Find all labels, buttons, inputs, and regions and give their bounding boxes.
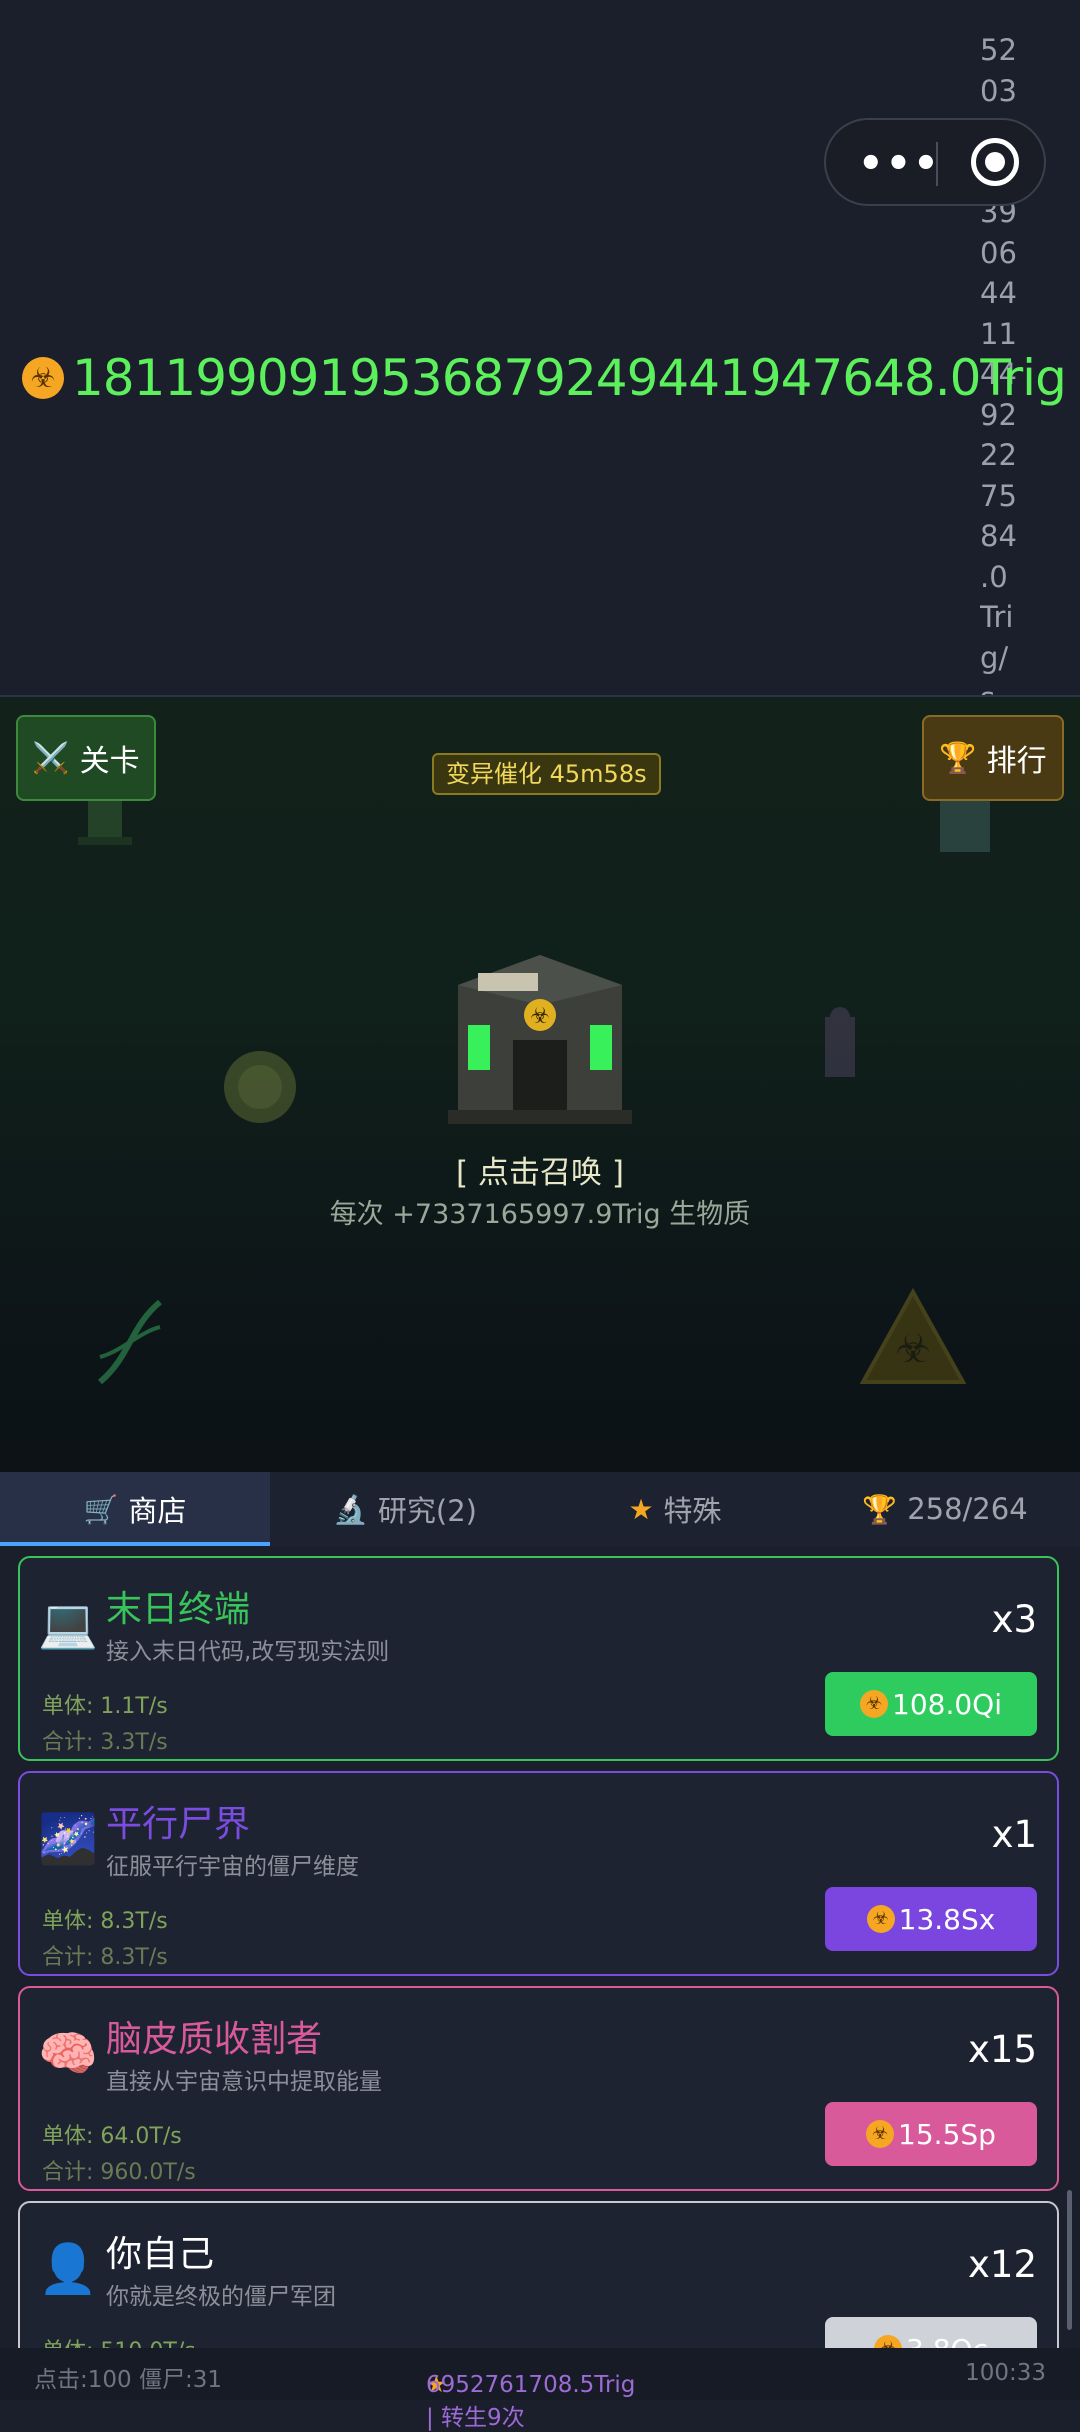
item-count: x3	[991, 1598, 1037, 1641]
list-scrollbar[interactable]	[1067, 2190, 1072, 2330]
biohazard-sign-decoration: ☣	[859, 1287, 967, 1384]
status-bar: 点击:100 僵尸:31 ★ 6952761708.5Trig | 转生9次 10…	[0, 2348, 1080, 2431]
biohazard-lab-building[interactable]: ☣	[438, 945, 642, 1133]
svg-text:☣: ☣	[895, 1326, 931, 1372]
item-description: 征服平行宇宙的僵尸维度	[106, 1854, 359, 1880]
biomass-counter: ☣ 1811990919536879249441947648.0Trig	[22, 349, 1067, 407]
shop-item-parallel-zombie-realm: 🌌 平行尸界 征服平行宇宙的僵尸维度 单体: 8.3T/s 合计: 8.3T/s…	[18, 1771, 1059, 1976]
item-description: 直接从宇宙意识中提取能量	[106, 2069, 382, 2095]
item-description: 接入末日代码,改写现实法则	[106, 1639, 390, 1665]
tab-achievements[interactable]: 🏆 258/264	[810, 1472, 1080, 1546]
tab-shop[interactable]: 🛒 商店	[0, 1472, 270, 1546]
summon-prompt[interactable]: [ 点击召唤 ]	[0, 1147, 1080, 1192]
dna-icon	[98, 1299, 162, 1385]
buy-button[interactable]: ☣ 15.5Sp	[825, 2102, 1037, 2166]
item-name: 平行尸界	[106, 1804, 251, 1845]
plate-decoration	[224, 1051, 296, 1123]
close-target-icon[interactable]	[971, 138, 1019, 186]
biohazard-icon: ☣	[860, 1690, 888, 1718]
item-total-rate: 合计: 960.0T/s	[42, 2160, 196, 2185]
tab-special[interactable]: ★ 特殊	[540, 1472, 810, 1546]
biohazard-icon: ☣	[866, 2120, 895, 2148]
trophy-icon: 🏆	[862, 1492, 898, 1526]
zombie-figure-decoration	[825, 1007, 855, 1077]
miniprogram-capsule: •••	[824, 118, 1046, 206]
game-area: ☣ ⚔️ 关卡 变异催化 45m58s 🏆 排行 ☣ [ 点击召唤 ] 每次 +…	[0, 697, 1080, 1472]
tab-achievements-label: 258/264	[907, 1492, 1028, 1526]
biohazard-icon: ☣	[866, 1905, 895, 1933]
more-menu-icon[interactable]: •••	[858, 144, 939, 184]
cart-icon: 🛒	[83, 1492, 119, 1526]
item-total-rate: 合计: 8.3T/s	[42, 1945, 168, 1970]
trophy-icon: 🏆	[939, 740, 977, 776]
header-area: 52 03 22 63 39 06 44 11 44 92 22 75 84 .…	[0, 0, 1080, 697]
buy-button[interactable]: ☣ 13.8Sx	[825, 1887, 1037, 1951]
item-count: x1	[991, 1813, 1037, 1856]
item-unit-rate: 单体: 510.0T/s	[42, 2333, 196, 2348]
capsule-divider	[936, 142, 938, 186]
level-label: 关卡	[79, 744, 140, 779]
level-button[interactable]: ⚔️ 关卡	[16, 715, 156, 801]
item-unit-rate: 单体: 1.1T/s	[42, 1694, 168, 1719]
item-unit-rate: 单体: 8.3T/s	[42, 1909, 168, 1934]
item-unit-rate: 单体: 64.0T/s	[42, 2124, 182, 2149]
prestige-text: 6952761708.5Trig | 转生9次	[426, 2372, 636, 2431]
ranking-label: 排行	[986, 744, 1047, 779]
click-zombie-stats: 点击:100 僵尸:31	[34, 2367, 222, 2393]
tab-bar: 🛒 商店 🔬 研究(2) ★ 特殊 🏆 258/264	[0, 1472, 1080, 1546]
item-count: x15	[968, 2028, 1037, 2071]
laptop-icon: 💻	[38, 1596, 98, 1652]
buy-price: 108.0Qi	[892, 1687, 1002, 1721]
ranking-button[interactable]: 🏆 排行	[922, 715, 1064, 801]
brain-icon: 🧠	[38, 2026, 98, 2082]
shop-item-yourself: 👤 你自己 你就是终极的僵尸军团 单体: 510.0T/s x12 ☣ 3.8O…	[18, 2201, 1059, 2348]
tab-research[interactable]: 🔬 研究(2)	[270, 1472, 540, 1546]
item-name: 脑皮质收割者	[106, 2019, 323, 2060]
shop-item-cortex-harvester: 🧠 脑皮质收割者 直接从宇宙意识中提取能量 单体: 64.0T/s 合计: 96…	[18, 1986, 1059, 2191]
shop-list[interactable]: 💻 末日终端 接入末日代码,改写现实法则 单体: 1.1T/s 合计: 3.3T…	[0, 1548, 1080, 2348]
biohazard-icon: ☣	[22, 357, 64, 399]
buy-button[interactable]: ☣ 108.0Qi	[825, 1672, 1037, 1736]
item-total-rate: 合计: 3.3T/s	[42, 1730, 168, 1755]
buy-price: 15.5Sp	[898, 2117, 996, 2151]
item-name: 末日终端	[106, 1589, 251, 1630]
star-icon: ★	[628, 1492, 654, 1526]
mutation-catalyst-badge: 变异催化 45m58s	[432, 753, 661, 795]
biomass-value: 1811990919536879249441947648.0Trig	[72, 349, 1067, 407]
buy-price: 3.8Oc	[906, 2333, 988, 2349]
biohazard-icon: ☣	[874, 2335, 903, 2348]
shop-item-doomsday-terminal: 💻 末日终端 接入末日代码,改写现实法则 单体: 1.1T/s 合计: 3.3T…	[18, 1556, 1059, 1761]
item-count: x12	[968, 2243, 1037, 2286]
galaxy-icon: 🌌	[38, 1811, 98, 1867]
tab-research-label: 研究(2)	[377, 1494, 477, 1528]
item-description: 你就是终极的僵尸军团	[106, 2284, 336, 2310]
summon-yield: 每次 +7337165997.9Trig 生物质	[329, 1199, 751, 1230]
buy-button[interactable]: ☣ 3.8Oc	[825, 2317, 1037, 2348]
play-time: 100:33	[965, 2360, 1046, 2386]
tab-shop-label: 商店	[128, 1494, 187, 1528]
tab-special-label: 特殊	[663, 1494, 722, 1528]
microscope-icon: 🔬	[333, 1492, 368, 1526]
swords-icon: ⚔️	[32, 740, 70, 776]
item-name: 你自己	[106, 2234, 215, 2275]
person-icon: 👤	[38, 2241, 98, 2297]
buy-price: 13.8Sx	[898, 1902, 996, 1936]
svg-text:☣: ☣	[530, 1004, 550, 1029]
